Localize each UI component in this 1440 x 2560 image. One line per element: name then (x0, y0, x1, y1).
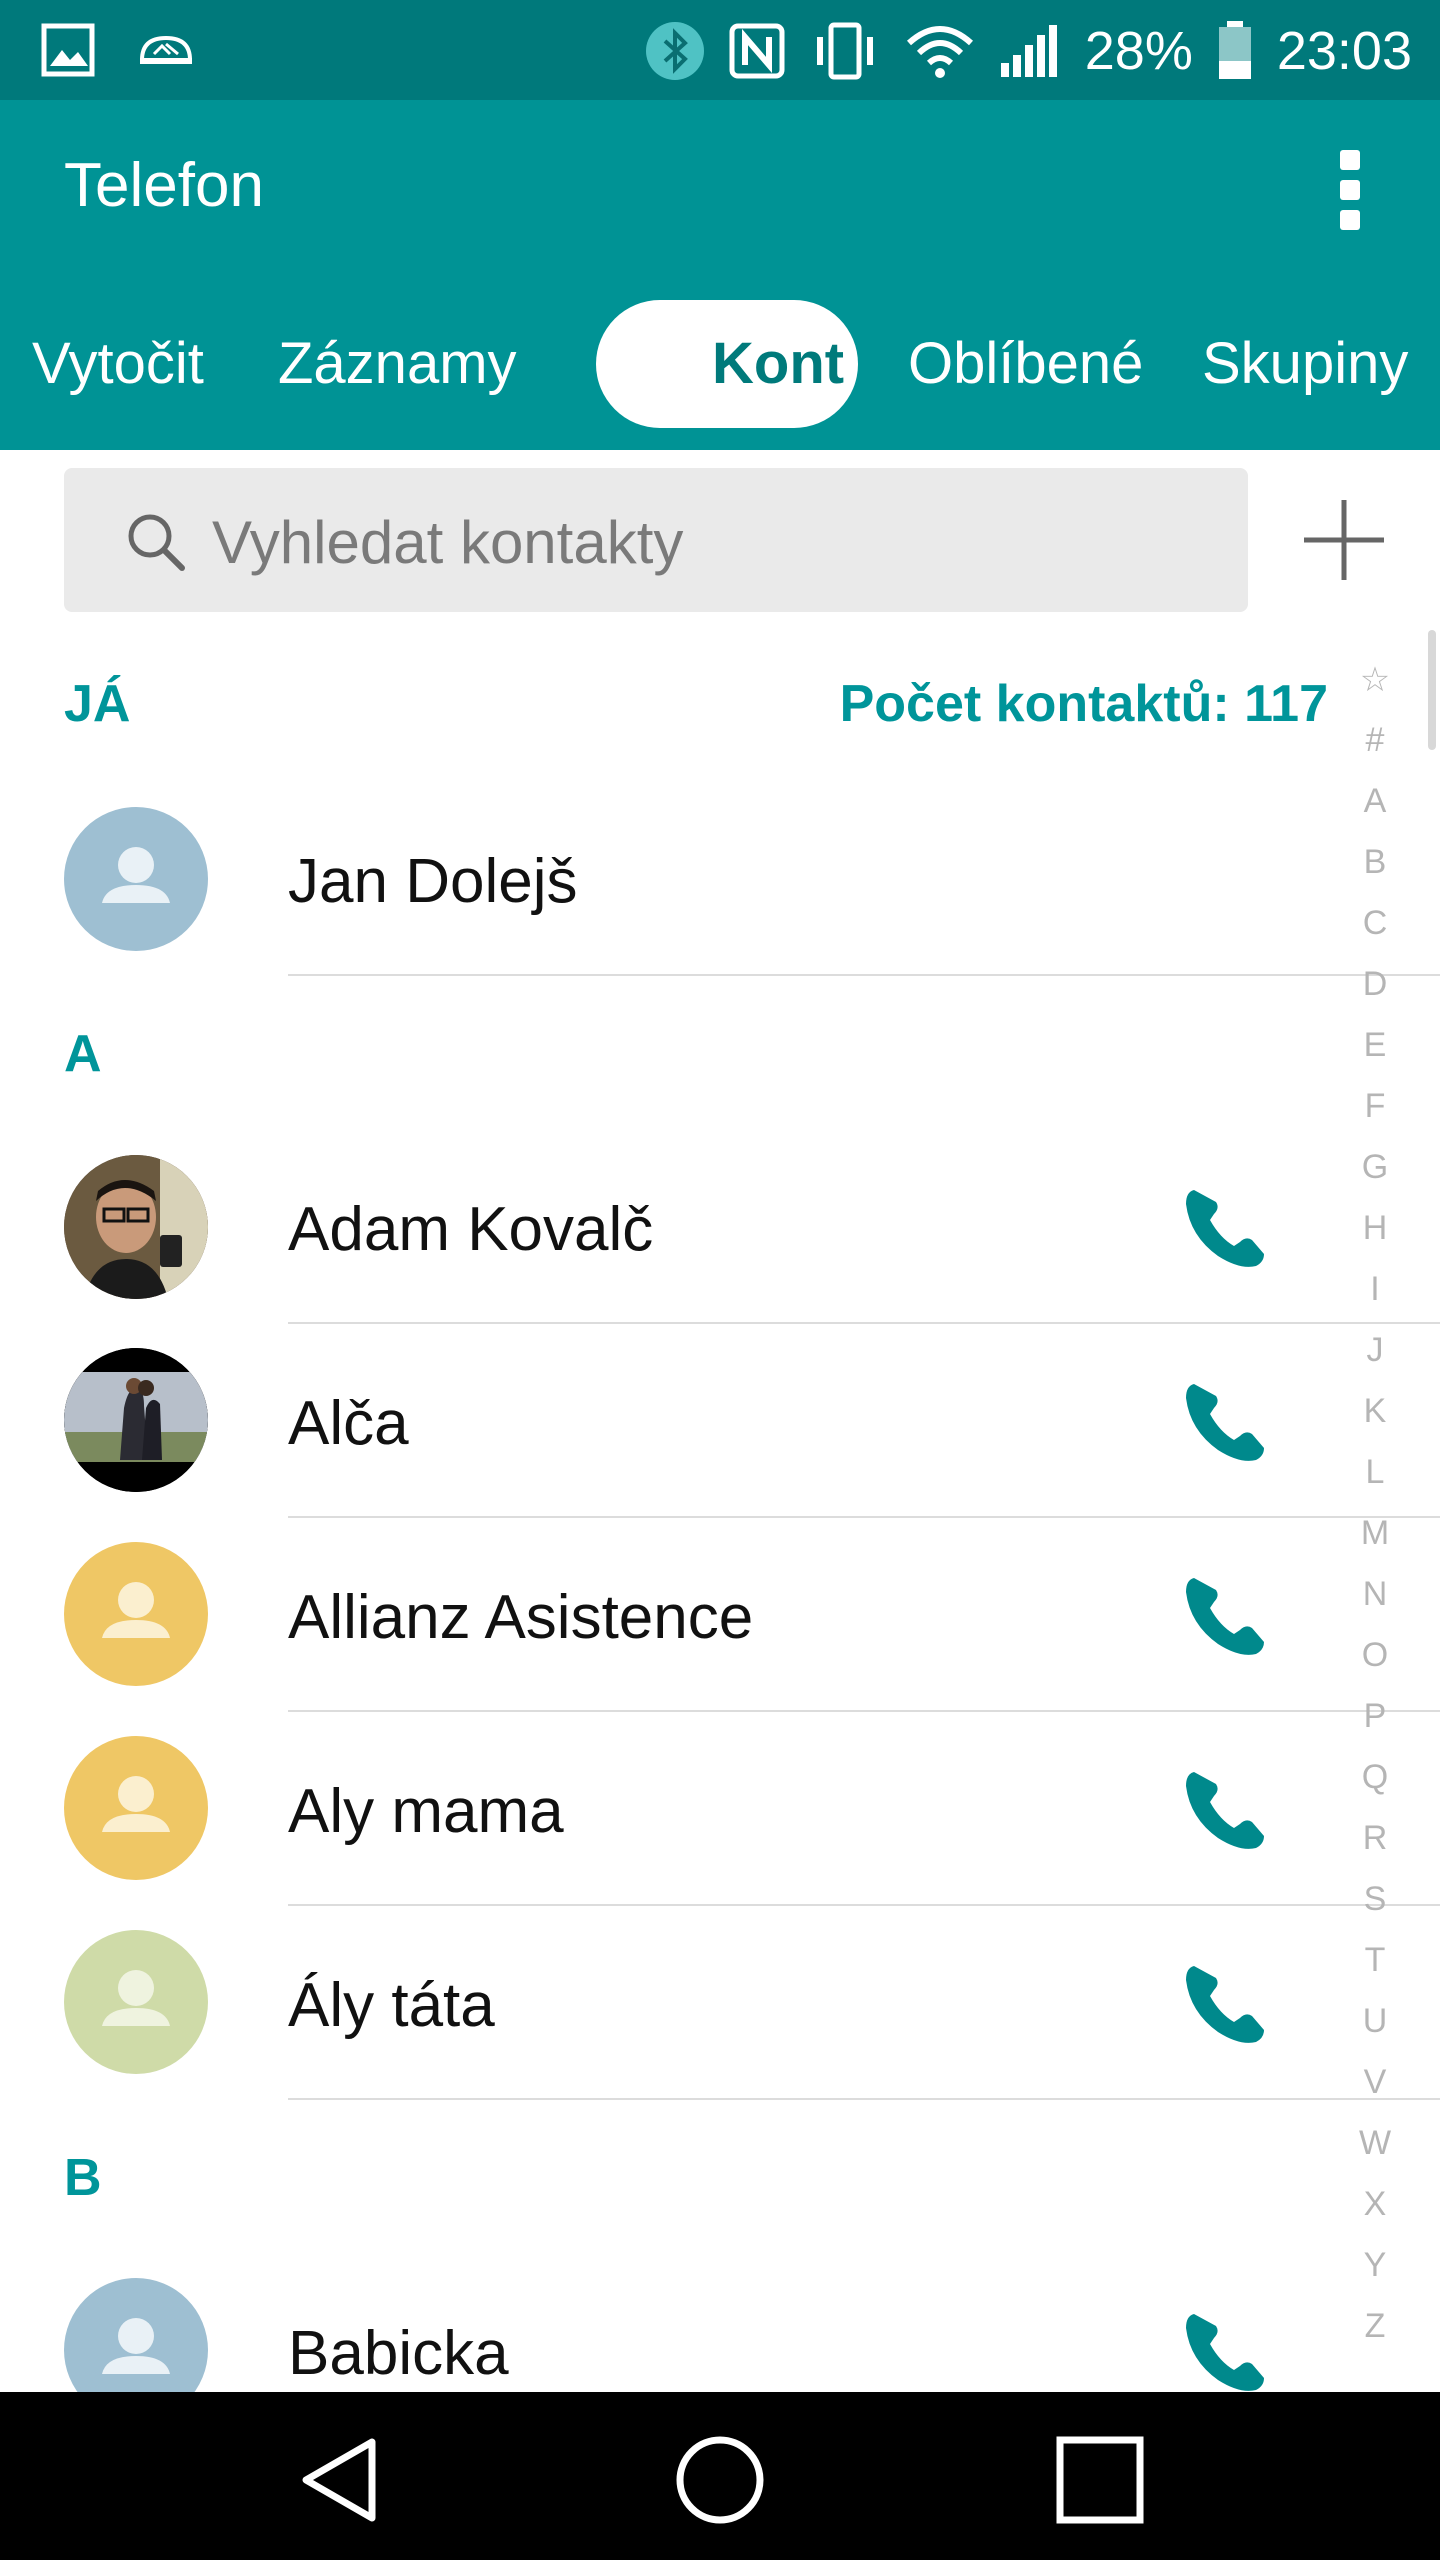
tab-bar: Vytočit Záznamy Kont Oblíbené Skupiny (0, 290, 1440, 440)
contact-row[interactable]: Alča (0, 1324, 1440, 1518)
index-letter[interactable]: G (1350, 1148, 1400, 1209)
phone-icon[interactable] (1180, 1180, 1272, 1272)
index-letter[interactable]: Y (1350, 2246, 1400, 2307)
signal-icon (1000, 25, 1057, 77)
avatar (64, 1736, 208, 1880)
tab-call-log[interactable]: Záznamy (278, 330, 517, 397)
section-header-a: A (64, 1025, 102, 1083)
tab-favorites[interactable]: Oblíbené (908, 330, 1143, 397)
index-letter[interactable]: X (1350, 2185, 1400, 2246)
index-letter[interactable]: # (1350, 721, 1400, 782)
contact-name: Alča (288, 1389, 409, 1458)
index-letter[interactable]: A (1350, 782, 1400, 843)
contact-count: Počet kontaktů: 117 (839, 675, 1328, 733)
wifi-icon (906, 26, 973, 78)
contact-row[interactable]: Babicka (0, 2254, 1340, 2392)
status-bar: 28% 23:03 (0, 0, 1440, 100)
index-letter[interactable]: F (1350, 1087, 1400, 1148)
divider (288, 2098, 1440, 2100)
phone-icon[interactable] (1180, 1568, 1272, 1660)
alphabet-index[interactable]: ☆ # A B C D E F G H I J K L M N O P Q R S T U V W X Y Z (1350, 660, 1400, 2368)
navigation-bar (0, 2392, 1440, 2560)
battery-icon (1218, 21, 1251, 79)
index-letter[interactable]: ☆ (1350, 660, 1400, 721)
person-placeholder-icon (102, 1776, 170, 1832)
phone-icon[interactable] (1180, 1374, 1272, 1466)
contact-name: Ály táta (288, 1971, 495, 2040)
add-contact-icon[interactable] (1296, 492, 1392, 588)
status-left-icons (40, 20, 196, 80)
avatar (64, 2278, 208, 2392)
contact-row[interactable]: Aly mama (0, 1712, 1440, 1906)
avatar (64, 807, 208, 951)
divider (288, 974, 1440, 976)
tab-groups[interactable]: Skupiny (1202, 330, 1408, 397)
search-icon (128, 514, 185, 571)
index-letter[interactable]: P (1350, 1697, 1400, 1758)
index-letter[interactable]: I (1350, 1270, 1400, 1331)
avatar (64, 1348, 208, 1492)
phone-icon[interactable] (1180, 1762, 1272, 1854)
index-letter[interactable]: T (1350, 1941, 1400, 2002)
index-letter[interactable]: C (1350, 904, 1400, 965)
index-letter[interactable]: N (1350, 1575, 1400, 1636)
person-placeholder-icon (102, 1582, 170, 1638)
vibrate-icon (816, 22, 873, 80)
contact-photo (64, 1348, 208, 1492)
contact-name: Jan Dolejš (288, 847, 578, 916)
index-letter[interactable]: K (1350, 1392, 1400, 1453)
tab-dialer[interactable]: Vytočit (32, 330, 204, 397)
app-title: Telefon (64, 151, 264, 220)
contact-name: Aly mama (288, 1777, 564, 1846)
phone-icon[interactable] (1180, 1956, 1272, 2048)
avatar (64, 1930, 208, 2074)
person-placeholder-icon (102, 2318, 170, 2374)
clock: 23:03 (1276, 21, 1412, 81)
index-letter[interactable]: B (1350, 843, 1400, 904)
contact-name: Allianz Asistence (288, 1583, 754, 1652)
gallery-icon (41, 23, 95, 77)
index-letter[interactable]: E (1350, 1026, 1400, 1087)
contact-row[interactable]: Adam Kovalč (0, 1130, 1440, 1324)
search-input[interactable] (210, 486, 1234, 598)
bluetooth-icon (645, 22, 704, 80)
index-letter[interactable]: M (1350, 1514, 1400, 1575)
index-letter[interactable]: R (1350, 1819, 1400, 1880)
index-letter[interactable]: Q (1350, 1758, 1400, 1819)
index-letter[interactable]: W (1350, 2124, 1400, 2185)
more-vert-icon[interactable] (1330, 150, 1370, 230)
scrollbar[interactable] (1428, 630, 1436, 750)
contact-name: Babicka (288, 2319, 509, 2388)
status-right-icons: 28% 23:03 (645, 16, 1412, 86)
section-header-b: B (64, 2149, 102, 2207)
cloud-icon (139, 35, 193, 64)
index-letter[interactable]: D (1350, 965, 1400, 1026)
index-letter[interactable]: S (1350, 1880, 1400, 1941)
section-header-me: JÁ (64, 675, 131, 733)
tab-contacts[interactable]: Kont (596, 300, 858, 428)
person-placeholder-icon (102, 1970, 170, 2026)
index-letter[interactable]: O (1350, 1636, 1400, 1697)
person-placeholder-icon (102, 847, 170, 903)
home-icon[interactable] (672, 2432, 768, 2528)
nfc-icon (729, 23, 785, 79)
contact-row[interactable]: Ály táta (0, 1906, 1440, 2100)
battery-percent: 28% (1084, 21, 1193, 81)
index-letter[interactable]: U (1350, 2002, 1400, 2063)
index-letter[interactable]: H (1350, 1209, 1400, 1270)
back-icon[interactable] (292, 2432, 388, 2528)
contact-photo (64, 1155, 208, 1299)
avatar (64, 1155, 208, 1299)
avatar (64, 1542, 208, 1686)
my-profile-row[interactable]: Jan Dolejš (0, 782, 1440, 976)
index-letter[interactable]: Z (1350, 2307, 1400, 2368)
contact-row[interactable]: Allianz Asistence (0, 1518, 1440, 1712)
index-letter[interactable]: L (1350, 1453, 1400, 1514)
recents-icon[interactable] (1052, 2432, 1148, 2528)
phone-icon[interactable] (1180, 2304, 1272, 2392)
index-letter[interactable]: J (1350, 1331, 1400, 1392)
contact-name: Adam Kovalč (288, 1195, 654, 1264)
index-letter[interactable]: V (1350, 2063, 1400, 2124)
tab-contacts-label: Kont (712, 331, 845, 396)
